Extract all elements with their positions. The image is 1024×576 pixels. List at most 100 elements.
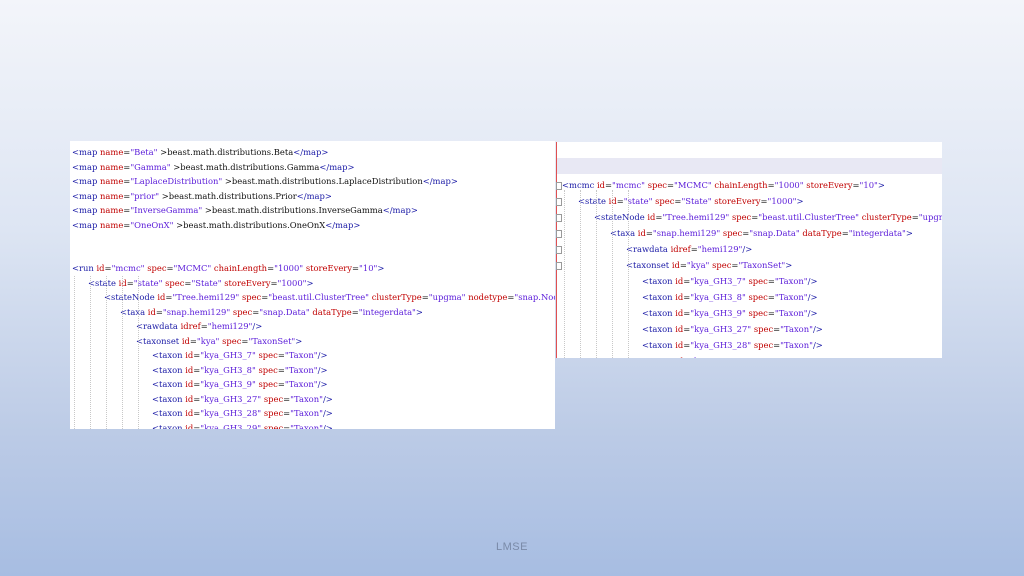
code-attribute-name: storeEvery: [224, 277, 271, 288]
fold-marker-icon[interactable]: [556, 214, 562, 222]
code-equals: =: [667, 180, 675, 190]
code-attribute-value: "Tree.hemi129": [662, 212, 730, 222]
code-tag: <taxon: [152, 422, 183, 430]
code-attribute-name: spec: [258, 364, 278, 375]
code-attribute-name: storeEvery: [806, 180, 853, 190]
code-equals: =: [605, 180, 613, 190]
code-line: <stateNode id="Tree.hemi129" spec="beast…: [104, 290, 555, 304]
code-attribute-value: "integerdata": [358, 306, 416, 317]
code-attribute-name: spec: [258, 350, 278, 360]
code-attribute-value: "Taxon": [780, 340, 813, 350]
code-attribute-value: "beast.util.ClusterTree": [758, 212, 860, 222]
code-attribute-value: "Taxon": [290, 408, 323, 418]
code-tag-end: />: [322, 422, 333, 430]
fold-marker-icon[interactable]: [556, 182, 562, 190]
code-tag-end: >: [877, 180, 885, 190]
code-attribute-name: dataType: [312, 306, 352, 317]
fold-marker-icon[interactable]: [556, 262, 562, 270]
code-attribute-value: "State": [191, 277, 222, 288]
code-attribute-name: spec: [263, 393, 284, 404]
code-tag: <taxon: [152, 379, 183, 389]
right-code-screenshot: <mcmc id="mcmc" spec="MCMC" chainLength=…: [556, 142, 942, 358]
code-line: <taxon id="kya_GH3_9" spec="Taxon"/>: [642, 306, 817, 320]
code-line: <mcmc id="mcmc" spec="MCMC" chainLength=…: [562, 178, 885, 192]
code-attribute-value: "kya_GH3_29": [690, 356, 751, 358]
code-attribute-value: "LaplaceDistribution": [130, 176, 223, 186]
code-attribute-value: "Taxon": [284, 350, 318, 360]
code-attribute-name: idref: [180, 321, 201, 331]
code-tag-end: />: [322, 393, 333, 404]
code-tag: <taxon: [152, 393, 183, 404]
code-equals: =: [277, 379, 285, 389]
code-tag: <taxon: [152, 408, 183, 418]
indent-guide: [122, 276, 123, 429]
code-attribute-value: "kya_GH3_29": [200, 422, 262, 430]
code-attribute-value: "snap.hemi129": [652, 228, 721, 238]
code-tag: <map: [72, 161, 98, 172]
code-attribute-name: clusterType: [861, 212, 912, 222]
code-equals: =: [767, 180, 775, 190]
code-attribute-value: "Tree.hemi129": [172, 292, 240, 302]
code-attribute-name: spec: [731, 212, 752, 222]
code-text: >beast.math.distributions.Prior: [159, 190, 297, 201]
code-line: <taxon id="kya_GH3_8" spec="Taxon"/>: [152, 363, 327, 377]
code-line: <stateNode id="Tree.hemi129" spec="beast…: [594, 210, 942, 224]
code-attribute-value: "Gamma": [130, 161, 171, 172]
code-line: <taxon id="kya_GH3_28" spec="Taxon"/>: [642, 338, 823, 352]
code-equals: =: [767, 292, 775, 302]
code-tag-end: >: [415, 306, 423, 317]
code-attribute-name: spec: [753, 340, 774, 350]
code-attribute-name: id: [147, 306, 156, 317]
code-line: <map name="InverseGamma" >beast.math.dis…: [72, 203, 418, 217]
code-line: <taxa id="snap.hemi129" spec="snap.Data"…: [120, 305, 423, 319]
code-equals: =: [155, 306, 163, 317]
code-attribute-value: "snap.Data": [259, 306, 310, 317]
code-attribute-value: "Taxon": [780, 356, 813, 358]
code-text: >beast.math.distributions.LaplaceDistrib…: [222, 176, 423, 186]
code-text: >beast.math.distributions.InverseGamma: [202, 205, 383, 215]
code-tag: <rawdata: [136, 321, 178, 331]
code-attribute-name: spec: [263, 422, 284, 430]
fold-marker-icon[interactable]: [556, 230, 562, 238]
footer-label: LMSE: [496, 541, 528, 553]
code-attribute-value: "snap.NodeData": [514, 292, 555, 302]
code-attribute-name: chainLength: [213, 263, 268, 273]
code-close-tag: </map>: [319, 161, 355, 172]
code-tag-end: >: [905, 228, 913, 238]
code-line: <rawdata idref="hemi129"/>: [136, 319, 262, 333]
code-tag-end: />: [807, 308, 818, 318]
code-tag: <stateNode: [594, 212, 645, 222]
code-line: <map name="OneOnX" >beast.math.distribut…: [72, 218, 360, 232]
code-equals: =: [767, 276, 775, 286]
code-attribute-value: "hemi129": [697, 244, 743, 254]
code-attribute-value: "Taxon": [774, 308, 808, 318]
code-equals: =: [679, 260, 687, 270]
code-attribute-name: spec: [165, 277, 185, 288]
code-text: >beast.math.distributions.Gamma: [170, 161, 320, 172]
code-attribute-name: spec: [263, 408, 284, 418]
code-line: <taxon id="kya_GH3_27" spec="Taxon"/>: [152, 392, 333, 406]
code-attribute-value: "integerdata": [848, 228, 906, 238]
code-tag: <stateNode: [104, 292, 155, 302]
code-equals: =: [352, 263, 360, 273]
code-tag-end: />: [322, 408, 333, 418]
code-attribute-name: id: [596, 180, 606, 190]
code-tag-end: >: [306, 277, 314, 288]
code-equals: =: [351, 306, 359, 317]
code-attribute-name: name: [100, 161, 124, 172]
code-tag-end: />: [812, 324, 823, 334]
code-tag-end: />: [252, 321, 263, 331]
code-line: <taxon id="kya_GH3_28" spec="Taxon"/>: [152, 406, 333, 420]
fold-marker-icon[interactable]: [556, 246, 562, 254]
code-tag: <taxa: [610, 228, 636, 238]
code-line: <taxon id="kya_GH3_8" spec="Taxon"/>: [642, 290, 817, 304]
indent-guide: [90, 276, 91, 429]
code-tag: <taxonset: [626, 260, 670, 270]
indent-guide: [74, 276, 75, 429]
code-tag: <map: [72, 176, 98, 186]
code-attribute-name: spec: [754, 356, 773, 358]
code-close-tag: </map>: [293, 147, 329, 157]
code-tag: <taxon: [642, 340, 673, 350]
code-attribute-name: spec: [232, 306, 253, 317]
fold-marker-icon[interactable]: [556, 198, 562, 206]
